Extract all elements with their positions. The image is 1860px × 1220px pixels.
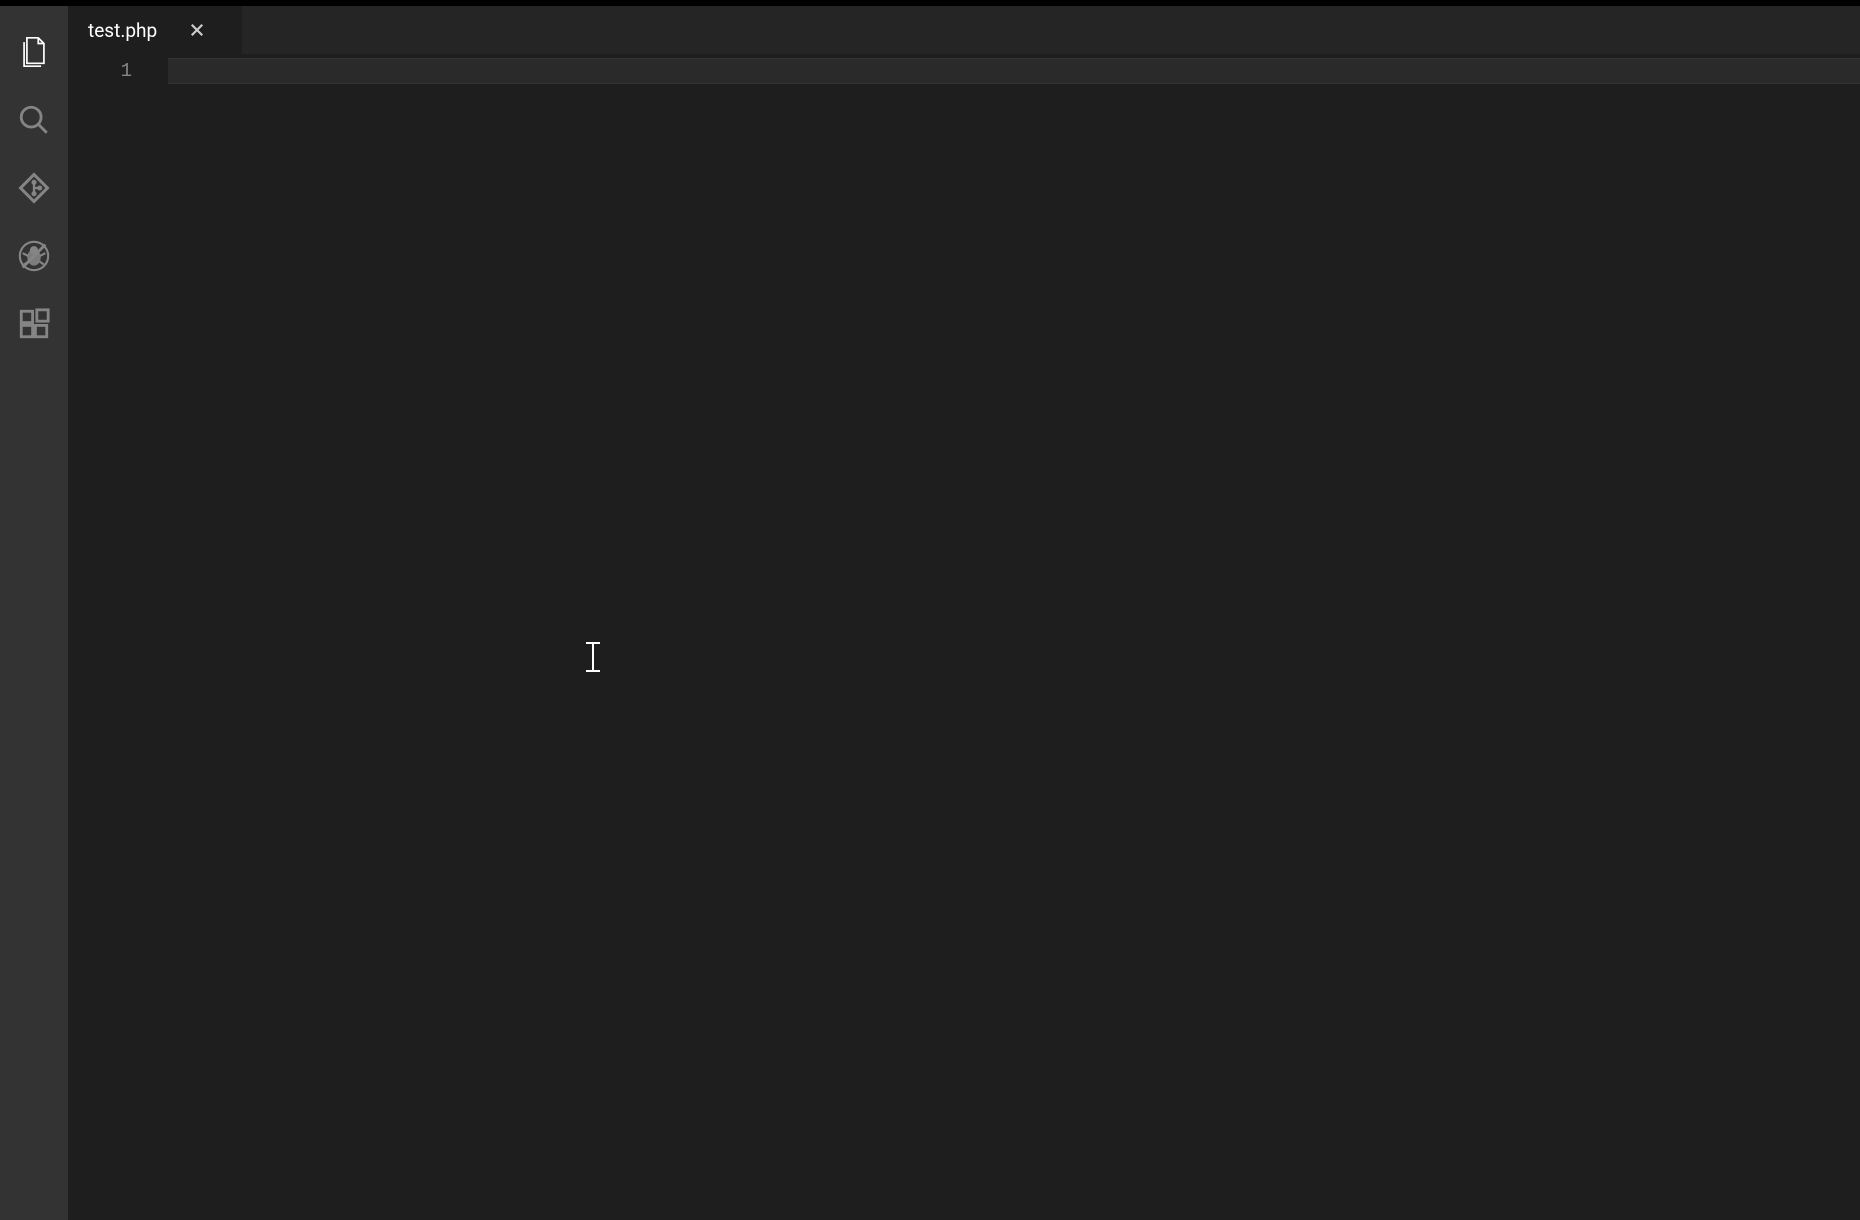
extensions-icon xyxy=(17,307,51,345)
bug-icon xyxy=(17,239,51,277)
files-icon xyxy=(17,35,51,73)
activity-debug[interactable] xyxy=(0,224,68,292)
tab-label: test.php xyxy=(88,19,157,42)
tab-bar: test.php xyxy=(68,6,1860,54)
activity-explorer[interactable] xyxy=(0,20,68,88)
current-line-highlight xyxy=(168,58,1860,84)
search-icon xyxy=(17,103,51,141)
code-area[interactable] xyxy=(168,54,1860,1220)
editor-area: test.php 1 xyxy=(68,6,1860,1220)
activity-source-control[interactable] xyxy=(0,156,68,224)
activity-search[interactable] xyxy=(0,88,68,156)
activity-bar xyxy=(0,6,68,1220)
line-number-gutter: 1 xyxy=(68,54,168,1220)
activity-extensions[interactable] xyxy=(0,292,68,360)
main-area: test.php 1 xyxy=(0,6,1860,1220)
git-icon xyxy=(17,171,51,209)
close-icon[interactable] xyxy=(187,20,207,40)
editor-content[interactable]: 1 xyxy=(68,54,1860,1220)
tab-test-php[interactable]: test.php xyxy=(68,6,243,54)
line-number: 1 xyxy=(68,58,168,84)
